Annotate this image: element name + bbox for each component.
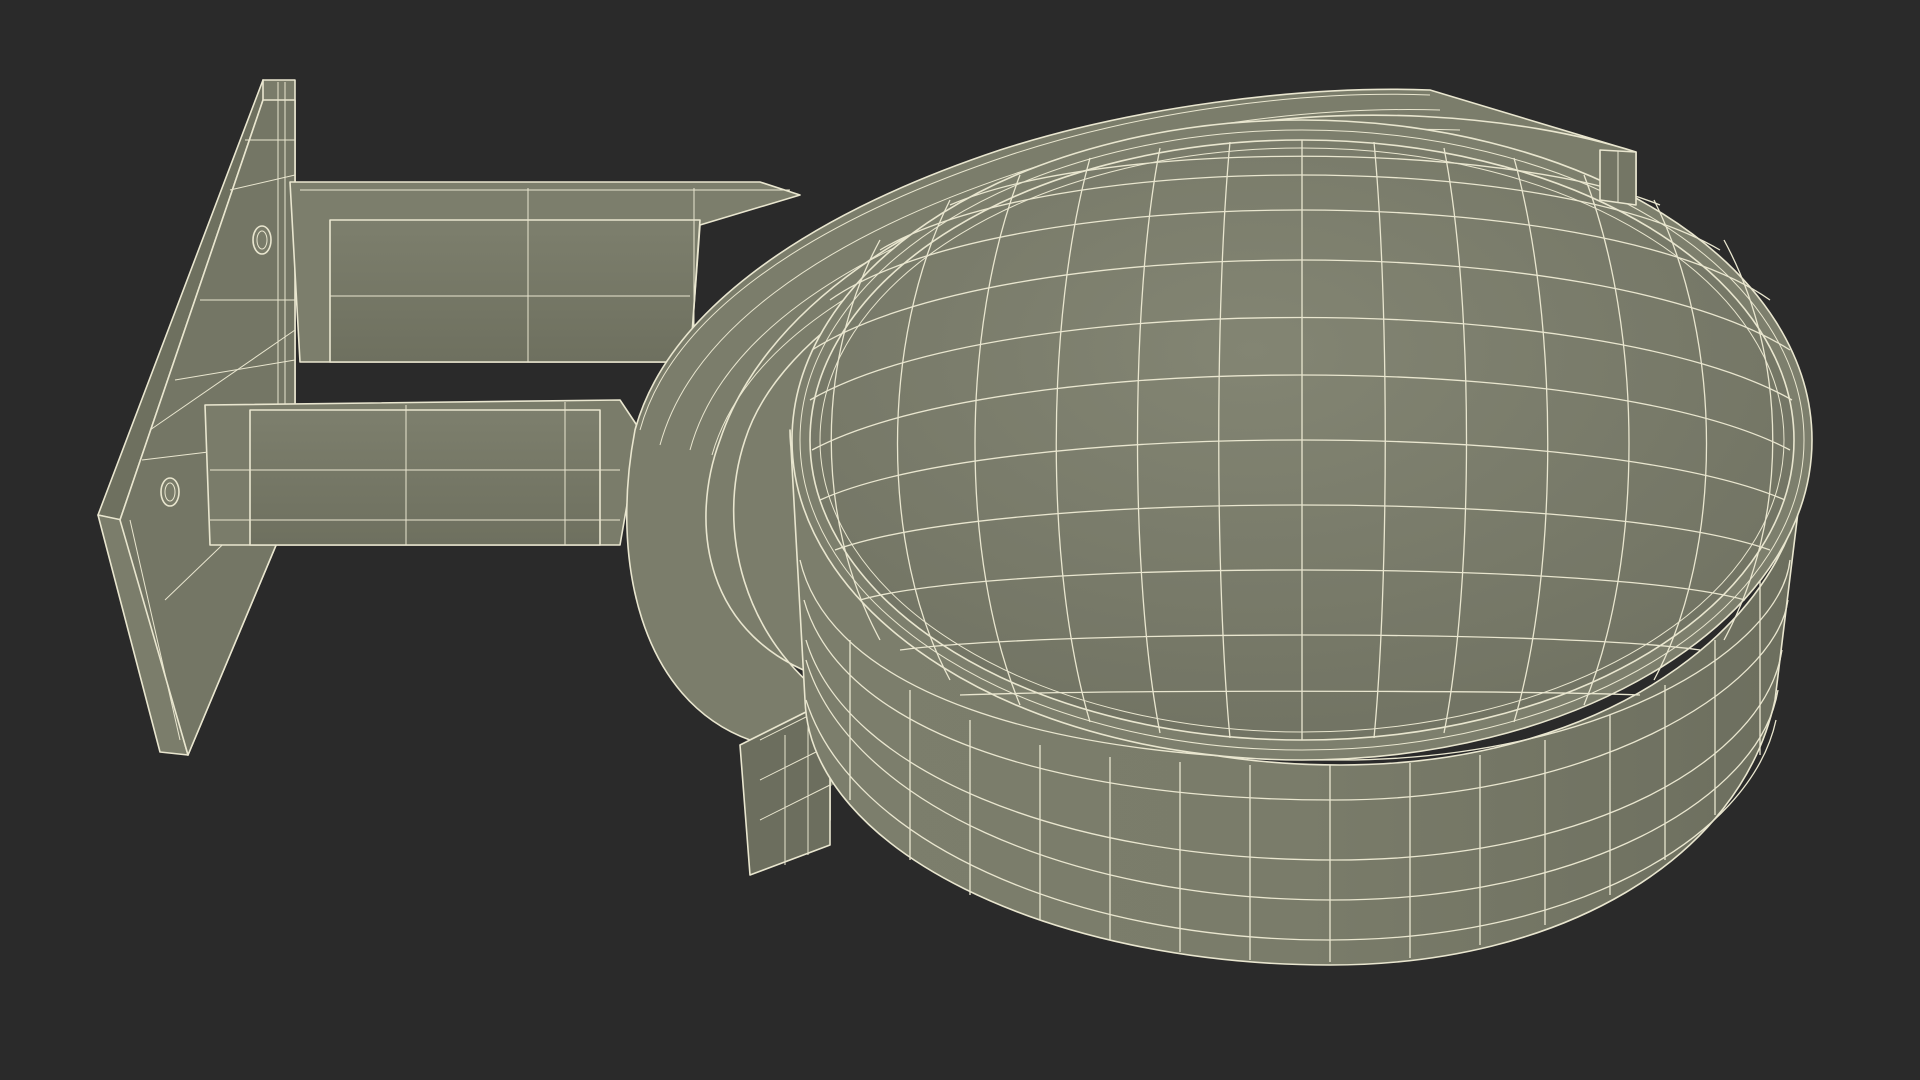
dome-cap-top bbox=[791, 119, 1813, 761]
bolt-lower bbox=[160, 477, 180, 507]
ring-bracket-end bbox=[1599, 149, 1637, 206]
3d-viewport bbox=[0, 0, 1920, 1080]
wireframe-model-render bbox=[97, 79, 1813, 966]
bolt-upper bbox=[252, 225, 272, 255]
